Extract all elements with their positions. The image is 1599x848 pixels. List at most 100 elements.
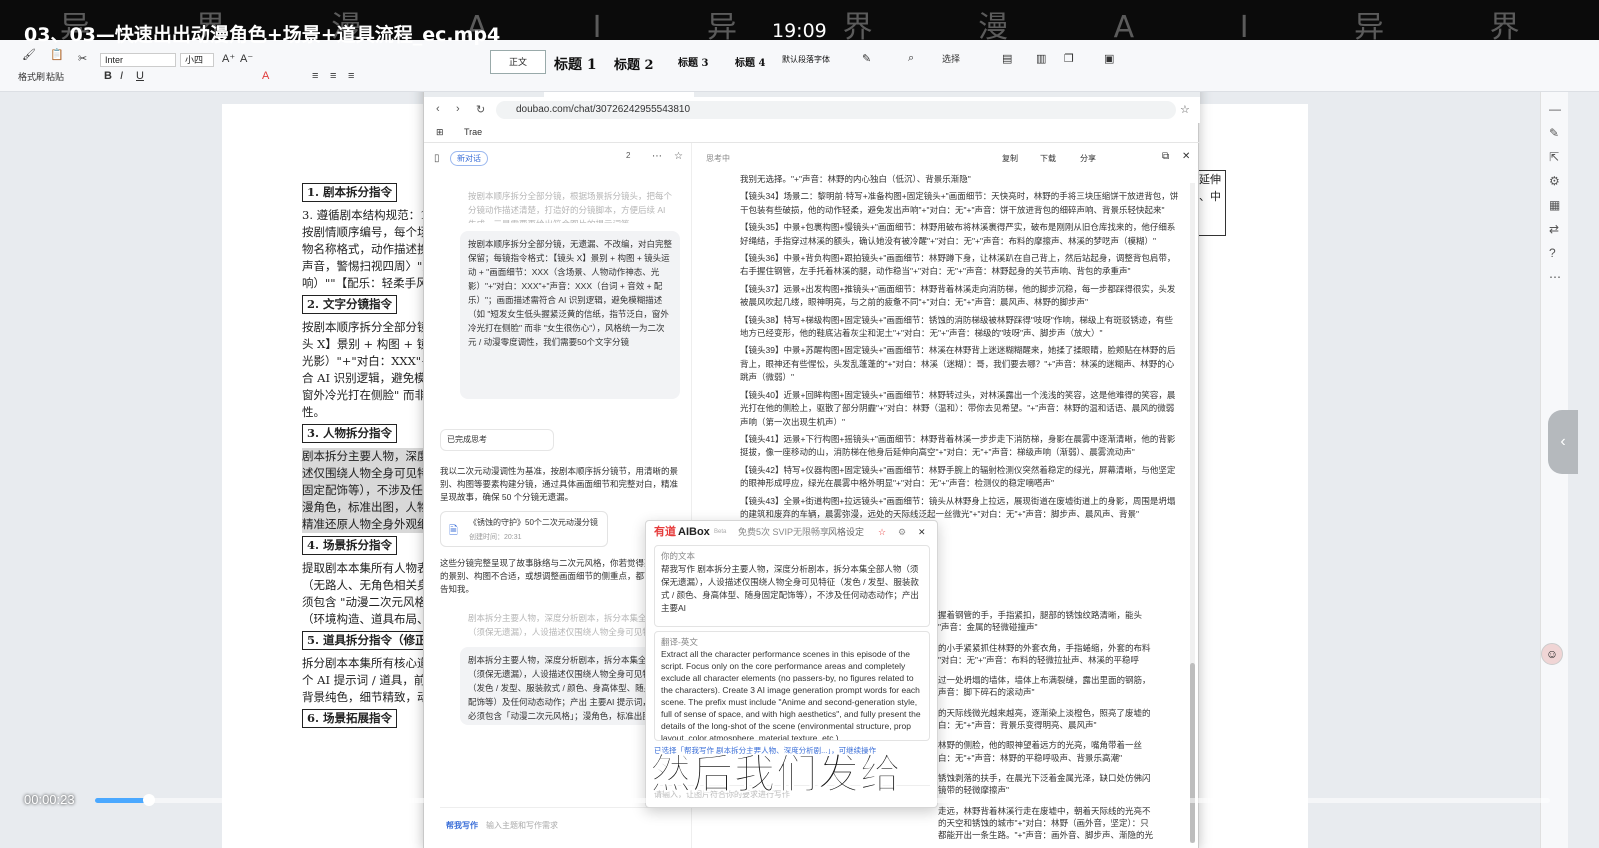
style-heading1[interactable]: 标题 1	[554, 54, 597, 74]
sidebar-cursor-icon[interactable]: ⇱	[1549, 150, 1559, 164]
video-title: 03、03—快速出出动漫角色+场景+道具流程_ec.mp4	[24, 24, 501, 46]
italic-button[interactable]: I	[120, 70, 123, 82]
font-size-select[interactable]: 小四	[180, 53, 214, 67]
storyboard-document: 我别无选择。"+"声音：林野的内心独白（低沉）、背景乐渐隐" 【镜头34】场景二…	[740, 173, 1180, 521]
format-painter-label: 格式刷	[18, 72, 46, 82]
assistant-reply-intro: 我以二次元动漫调性为基准，按剧本顺序拆分镜节，用清晰的景别、构图等要素构建分镜，…	[440, 466, 679, 502]
expand-icon[interactable]: ⧉	[1162, 151, 1169, 162]
partial-line: "声音：金属的轻微碰撞声"	[938, 622, 1038, 633]
style-default-font[interactable]: 默认段落字体	[782, 54, 830, 65]
storyboard-shot: 【镜头40】近景+回眸构图+固定镜头+"画面细节：林野转过头，对林溪露出一个浅浅…	[740, 389, 1176, 427]
partial-line: 过一处坍塌的墙体，墙体上布满裂缝，露出里面的钢筋，	[938, 675, 1151, 686]
aibox-style-setting[interactable]: 风格设定	[828, 521, 864, 543]
partial-line: 白：无"+"声音：林野的平稳呼吸声、背景乐高潮"	[938, 752, 1123, 763]
url-field[interactable]: doubao.com/chat/30726242955543810	[496, 101, 1176, 119]
aibox-source-text[interactable]: 你的文本 帮我写作 剧本拆分主要人物，深度分析剧本，拆分本集全部人物（须保无遗漏…	[654, 545, 930, 627]
select-button[interactable]: 选择	[942, 52, 960, 65]
share-button[interactable]: 分享	[1080, 153, 1096, 164]
sidebar-share-icon[interactable]: ⇄	[1549, 222, 1559, 236]
format-painter-icon[interactable]: 🖌	[22, 48, 36, 61]
storyboard-shot: 【镜头36】中景+背负构图+跟拍镜头+"画面细节：林野蹲下身，让林溪趴在自己背上…	[740, 253, 1176, 277]
tool-icon-3[interactable]: ❐	[1064, 52, 1074, 65]
pin-icon[interactable]: ☆	[878, 521, 886, 543]
align-center-icon[interactable]: ≡	[330, 70, 336, 82]
partial-line: 的天际线微光越来越亮，逐渐染上淡橙色，照亮了废墟的	[938, 707, 1151, 718]
copy-button[interactable]: 复制	[1002, 153, 1018, 164]
section-heading: 1. 剧本拆分指令	[302, 183, 398, 202]
new-chat-button[interactable]: 新对话	[450, 151, 488, 166]
shrink-font-icon[interactable]: A⁻	[240, 52, 253, 65]
progress-knob[interactable]	[142, 794, 155, 806]
file-card-meta: 创建时间：20:31	[469, 534, 522, 541]
file-card[interactable]: 🗎 《锈蚀的守护》50个二次元动漫分镜 创建时间：20:31	[440, 511, 608, 547]
bookmark-star-icon[interactable]: ☆	[1180, 103, 1190, 116]
document-icon: 🗎	[449, 525, 458, 537]
style-heading4[interactable]: 标题 4	[735, 54, 765, 69]
storyboard-shot: 【镜头41】远景+下行构图+摇镜头+"画面细节：林野背着林溪一步步走下消防梯，身…	[740, 433, 1176, 458]
document-scrollbar[interactable]	[1190, 183, 1195, 843]
sidebar-minus-icon[interactable]: —	[1549, 102, 1561, 116]
styles-pane-icon[interactable]: ✎	[862, 52, 871, 65]
close-panel-icon[interactable]: ✕	[1182, 151, 1190, 162]
back-icon[interactable]: ‹	[436, 103, 440, 115]
underline-button[interactable]: U	[136, 70, 144, 82]
aibox-logo-icon: 有道	[654, 526, 676, 538]
partial-line: 锈蚀剥落的扶手，在晨光下泛着金属光泽，缺口处仿佛闪	[938, 772, 1151, 783]
aibox-settings-icon[interactable]: ⚙	[898, 521, 906, 543]
progress-track[interactable]	[95, 794, 1550, 806]
elapsed-time: 00:00:23	[24, 792, 75, 807]
sidebar-more-icon[interactable]: ⋯	[1549, 270, 1561, 284]
paste-icon[interactable]: 📋	[50, 48, 64, 61]
storyboard-shot: 【镜头38】特写+梯级构图+固定镜头+"画面细节：锈蚀的消防梯级被林野踩得"吱呀…	[740, 314, 1173, 339]
section-heading: 6. 场景拓展指令	[302, 709, 398, 728]
align-right-icon[interactable]: ≡	[348, 70, 354, 82]
address-bar: ‹ › ↻ doubao.com/chat/30726242955543810 …	[424, 97, 1200, 123]
style-normal[interactable]: 正文	[490, 50, 546, 74]
aibox-promo[interactable]: 免费5次 SVIP无限畅享	[738, 521, 829, 543]
download-button[interactable]: 下载	[1040, 153, 1056, 164]
tool-icon-4[interactable]: ▣	[1104, 52, 1114, 65]
sidebar-edit-icon[interactable]: ✎	[1549, 126, 1559, 140]
aibox-beta: Beta	[714, 529, 727, 535]
style-heading3[interactable]: 标题 3	[678, 54, 708, 69]
progress-fill	[95, 798, 149, 803]
section-heading: 3. 人物拆分指令	[302, 424, 398, 443]
forward-icon[interactable]: ›	[456, 103, 460, 115]
sidebar-chart-icon[interactable]: ▦	[1549, 198, 1560, 212]
aibox-close-icon[interactable]: ✕	[918, 521, 926, 543]
video-title-bar: 异 界 漫 A I 异 界 漫 A I 异 界 漫 A I 异 界 漫 A I …	[0, 0, 1599, 46]
font-color-icon[interactable]: A	[262, 70, 269, 82]
tool-icon-2[interactable]: ▥	[1036, 52, 1046, 65]
video-controls: 00:00:23	[0, 786, 1599, 848]
grow-font-icon[interactable]: A⁺	[222, 52, 235, 65]
assistant-avatar[interactable]: ☺	[1541, 643, 1563, 665]
user-message: 按剧本顺序拆分全部分镜，无遗漏、不改编，对白完整保留；每镜指令格式：【镜头 X】…	[460, 231, 680, 399]
storyboard-shot: 【镜头37】远景+出发构图+推镜头+"画面细节：林野背着林溪走向消防梯，他的脚步…	[740, 283, 1176, 308]
favorite-star-icon[interactable]: ☆	[674, 151, 683, 162]
bookmark-trae[interactable]: Trae	[464, 127, 482, 137]
reload-icon[interactable]: ↻	[476, 103, 485, 116]
sidebar-toggle-icon[interactable]: ▯	[434, 153, 440, 164]
partial-line: 的小手紧紧抓住林野的外套衣角，手指蜷缩，外套的布料	[938, 642, 1151, 653]
section-heading: 2. 文字分镜指令	[302, 295, 398, 314]
more-icon[interactable]: ⋯	[652, 151, 662, 162]
panel-collapse-handle[interactable]: ‹	[1548, 410, 1578, 474]
style-heading2[interactable]: 标题 2	[614, 54, 654, 73]
doc-fragment-line: 延伸	[1199, 173, 1221, 186]
cut-icon[interactable]: ✂	[78, 52, 87, 65]
font-name-select[interactable]: Inter	[100, 53, 176, 67]
aibox-header: 有道 AIBox Beta 免费5次 SVIP无限畅享 风格设定 ☆ ⚙ ✕	[646, 521, 937, 543]
bold-button[interactable]: B	[104, 70, 112, 82]
find-icon[interactable]: ⌕	[908, 52, 914, 65]
tool-icon-1[interactable]: ▤	[1002, 52, 1012, 65]
sidebar-help-icon[interactable]: ?	[1549, 246, 1556, 260]
doc-count-badge[interactable]: 2	[626, 151, 630, 160]
thinking-done-toggle[interactable]: 已完成思考	[440, 429, 554, 451]
sidebar-settings-icon[interactable]: ⚙	[1549, 174, 1560, 188]
doc-fragment-line: 、中	[1199, 190, 1221, 203]
storyboard-shot: 【镜头35】中景+包裹构图+慢镜头+"画面细节：林野用破布将林溪裹得严实，破布是…	[740, 222, 1176, 246]
screen: 异 界 漫 A I 异 界 漫 A I 异 界 漫 A I 异 界 漫 A I …	[0, 0, 1599, 848]
apps-grid-icon[interactable]: ⊞	[436, 127, 444, 138]
partial-line: 握着钢管的手，手指紧扣，腿部的锈蚀纹路清晰，能头	[938, 610, 1143, 620]
align-left-icon[interactable]: ≡	[312, 70, 318, 82]
